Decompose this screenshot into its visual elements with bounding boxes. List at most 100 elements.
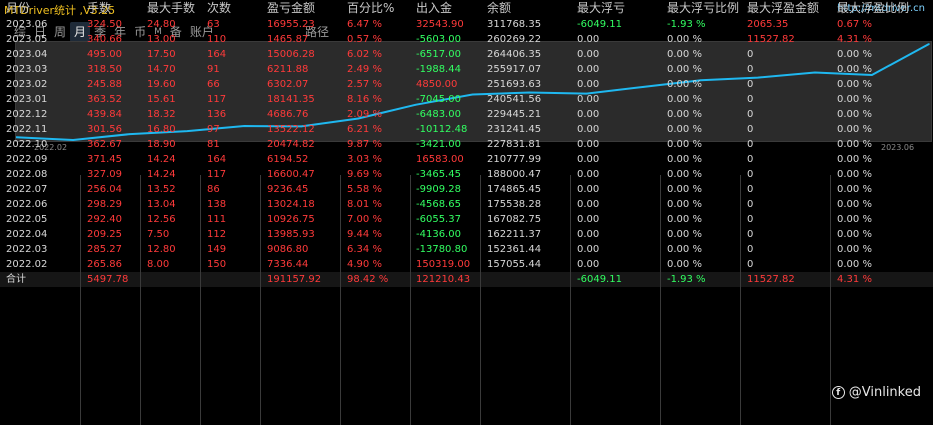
table-row[interactable]: 2023.04 495.00 17.50 164 15006.28 6.02 % -6517… — [0, 47, 933, 62]
table-cell: 6211.88 — [267, 64, 309, 75]
table-cell: 209.25 — [87, 229, 122, 240]
column-header[interactable]: 最大浮盈金额 — [747, 0, 819, 17]
table-cell: 18.90 — [147, 139, 176, 150]
table-cell: 495.00 — [87, 49, 122, 60]
table-cell: 9236.45 — [267, 184, 309, 195]
table-cell: 16.80 — [147, 124, 176, 135]
table-cell: 0 — [747, 139, 754, 150]
table-cell: 2022.09 — [6, 154, 48, 165]
table-cell: 0.00 — [577, 34, 600, 45]
table-cell: 14.24 — [147, 154, 176, 165]
table-cell: 16600.47 — [267, 169, 315, 180]
table-cell: 301.56 — [87, 124, 122, 135]
table-cell: 0 — [747, 124, 754, 135]
totals-cell: -1.93 % — [667, 274, 706, 285]
table-cell: 19.60 — [147, 79, 176, 90]
table-cell: 167082.75 — [487, 214, 542, 225]
table-cell: 15.61 — [147, 94, 176, 105]
table-cell: 4686.76 — [267, 109, 309, 120]
column-header[interactable]: 余额 — [487, 0, 511, 17]
table-cell: 150 — [207, 259, 227, 270]
column-divider — [740, 175, 741, 425]
table-cell: 164 — [207, 49, 227, 60]
table-cell: 2.49 % — [347, 64, 382, 75]
column-header[interactable]: 出入金 — [416, 0, 452, 17]
table-cell: -1.93 % — [667, 19, 706, 30]
table-cell: 110 — [207, 34, 227, 45]
table-cell: 0.00 % — [837, 169, 872, 180]
table-cell: 136 — [207, 109, 227, 120]
table-cell: 188000.47 — [487, 169, 542, 180]
table-cell: -4568.65 — [416, 199, 461, 210]
facebook-icon: f — [831, 386, 845, 399]
table-cell: 0.00 % — [837, 94, 872, 105]
table-cell: 2022.03 — [6, 244, 48, 255]
table-cell: 0.00 — [577, 229, 600, 240]
table-row[interactable]: 2023.06 324.50 24.80 63 16955.23 6.47 % 32543.… — [0, 17, 933, 32]
table-cell: 0.00 % — [667, 139, 702, 150]
table-cell: -6483.00 — [416, 109, 461, 120]
table-cell: 138 — [207, 199, 227, 210]
table-cell: 7.50 — [147, 229, 170, 240]
table-cell: 0.00 % — [667, 229, 702, 240]
table-row[interactable]: 2022.10 362.67 18.90 81 20474.82 9.87 % -3421.… — [0, 137, 933, 152]
table-cell: 8.16 % — [347, 94, 382, 105]
table-cell: 0.00 % — [667, 124, 702, 135]
table-row[interactable]: 2023.01 363.52 15.61 117 18141.35 8.16 % -7045… — [0, 92, 933, 107]
column-divider — [260, 175, 261, 425]
table-cell: 0.00 % — [667, 109, 702, 120]
table-cell: 9.87 % — [347, 139, 382, 150]
table-cell: -6055.37 — [416, 214, 461, 225]
table-cell: 0.00 % — [837, 229, 872, 240]
column-divider — [340, 175, 341, 425]
table-cell: 245.88 — [87, 79, 122, 90]
table-cell: 16583.00 — [416, 154, 464, 165]
table-cell: 9086.80 — [267, 244, 309, 255]
table-cell: 0 — [747, 184, 754, 195]
table-cell: 240541.56 — [487, 94, 542, 105]
table-cell: 15006.28 — [267, 49, 315, 60]
column-header[interactable]: 最大浮亏 — [577, 0, 625, 17]
table-cell: 0.00 — [577, 49, 600, 60]
column-header[interactable]: 最大浮亏比例 — [667, 0, 739, 17]
table-cell: 327.09 — [87, 169, 122, 180]
table-cell: 340.66 — [87, 34, 122, 45]
column-header[interactable]: 盈亏金额 — [267, 0, 315, 17]
table-row[interactable]: 2023.05 340.66 13.00 110 1465.87 0.57 % -5603.… — [0, 32, 933, 47]
table-cell: -6517.00 — [416, 49, 461, 60]
column-header[interactable]: 百分比% — [347, 0, 394, 17]
column-header[interactable]: 最大浮盈比例 — [837, 0, 909, 17]
table-row[interactable]: 2022.12 439.84 18.32 136 4686.76 2.09 % -6483.… — [0, 107, 933, 122]
column-header[interactable]: 次数 — [207, 0, 231, 17]
table-cell: 0.00 % — [837, 244, 872, 255]
table-cell: 152361.44 — [487, 244, 542, 255]
table-cell: 0.00 % — [837, 154, 872, 165]
table-row[interactable]: 2022.09 371.45 14.24 164 6194.52 3.03 % 16583.… — [0, 152, 933, 167]
table-row[interactable]: 2023.02 245.88 19.60 66 6302.07 2.57 % 4850.00… — [0, 77, 933, 92]
table-cell: 20474.82 — [267, 139, 315, 150]
column-divider — [830, 175, 831, 425]
column-header[interactable]: 手数 — [87, 0, 111, 17]
table-cell: 14.24 — [147, 169, 176, 180]
column-header[interactable]: 月份 — [6, 0, 30, 17]
table-cell: -4136.00 — [416, 229, 461, 240]
table-cell: -10112.48 — [416, 124, 468, 135]
table-cell: 6194.52 — [267, 154, 309, 165]
table-cell: -1988.44 — [416, 64, 461, 75]
table-row[interactable]: 2023.03 318.50 14.70 91 6211.88 2.49 % -1988.4… — [0, 62, 933, 77]
table-cell: 0.00 — [577, 154, 600, 165]
column-header[interactable]: 最大手数 — [147, 0, 195, 17]
table-cell: 0.00 — [577, 199, 600, 210]
table-cell: 2023.06 — [6, 19, 48, 30]
table-cell: 260269.22 — [487, 34, 542, 45]
table-cell: 2.09 % — [347, 109, 382, 120]
table-cell: 0.57 % — [347, 34, 382, 45]
table-cell: 2022.06 — [6, 199, 48, 210]
table-cell: 18141.35 — [267, 94, 315, 105]
table-row[interactable]: 2022.11 301.56 16.80 97 13522.12 6.21 % -10112… — [0, 122, 933, 137]
table-cell: 0 — [747, 49, 754, 60]
table-cell: 111 — [207, 214, 227, 225]
table-cell: 371.45 — [87, 154, 122, 165]
table-cell: 0.00 — [577, 79, 600, 90]
table-cell: 0 — [747, 64, 754, 75]
